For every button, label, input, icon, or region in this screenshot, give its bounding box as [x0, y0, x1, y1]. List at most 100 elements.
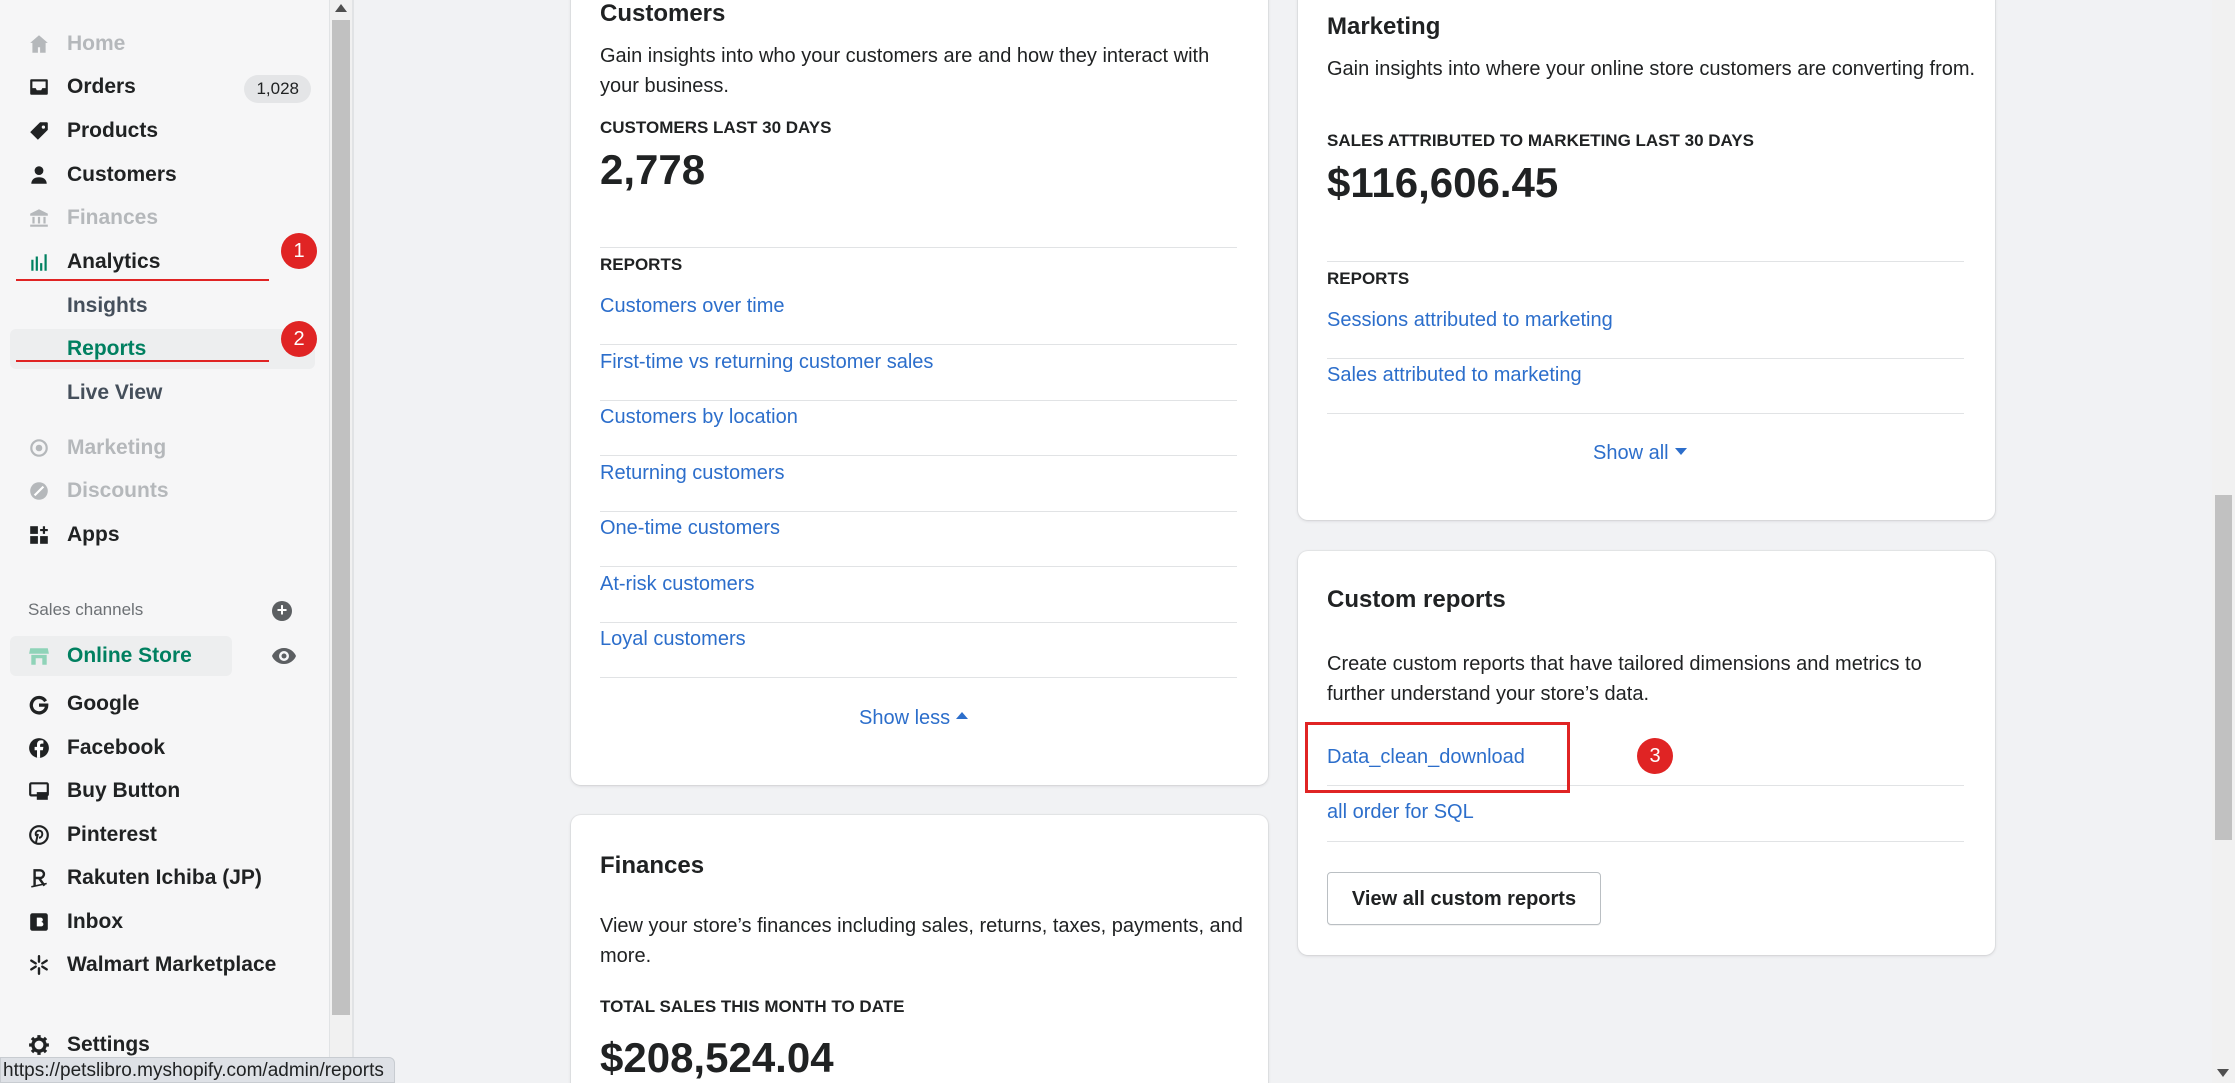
annotation-underline-analytics: [16, 279, 269, 281]
google-icon: [29, 695, 49, 715]
report-link-customers-by-location[interactable]: Customers by location: [600, 406, 798, 429]
divider: [1327, 413, 1964, 414]
scroll-up-arrow-icon[interactable]: [335, 4, 347, 12]
divider: [600, 400, 1237, 401]
nav-finances[interactable]: Finances: [10, 198, 315, 238]
show-all-label: Show all: [1593, 442, 1669, 464]
report-link-sales-attributed[interactable]: Sales attributed to marketing: [1327, 364, 1582, 387]
show-less-toggle[interactable]: Show less: [859, 707, 969, 730]
divider: [600, 247, 1237, 248]
divider: [600, 511, 1237, 512]
nav-home[interactable]: Home: [10, 24, 315, 64]
show-less-label: Show less: [859, 707, 951, 729]
report-link-customers-over-time[interactable]: Customers over time: [600, 295, 785, 318]
add-sales-channel-icon[interactable]: +: [272, 601, 292, 621]
store-icon: [29, 648, 49, 665]
scroll-down-arrow-icon[interactable]: [2217, 1069, 2229, 1077]
status-bar-url: https://petslibro.myshopify.com/admin/re…: [0, 1057, 395, 1083]
home-icon: [30, 35, 48, 53]
nav-settings-label: Settings: [67, 1033, 150, 1056]
nav-analytics[interactable]: Analytics: [10, 242, 315, 282]
report-link-loyal-customers[interactable]: Loyal customers: [600, 628, 746, 651]
nav-online-store-label: Online Store: [67, 644, 192, 667]
report-link-one-time-customers[interactable]: One-time customers: [600, 517, 780, 540]
orders-icon: [30, 79, 48, 95]
gear-icon: [29, 1035, 49, 1055]
sidebar-scrollbar-thumb[interactable]: [332, 20, 350, 1015]
divider: [1327, 261, 1964, 262]
nav-rakuten-label: Rakuten Ichiba (JP): [67, 866, 262, 889]
sidebar-scrollbar[interactable]: [330, 0, 352, 1083]
divider: [600, 677, 1237, 678]
nav-customers[interactable]: Customers: [10, 155, 315, 195]
bank-icon: [30, 209, 48, 227]
nav-facebook[interactable]: Facebook: [10, 728, 315, 768]
nav-live-view[interactable]: Live View: [10, 373, 315, 413]
annotation-step-1: 1: [281, 233, 317, 269]
nav-marketing[interactable]: Marketing: [10, 428, 315, 468]
custom-report-link-all-order-for-sql[interactable]: all order for SQL: [1327, 801, 1474, 824]
customers-card-title: Customers: [600, 0, 726, 27]
nav-google-label: Google: [67, 692, 140, 715]
person-icon: [31, 166, 47, 184]
divider: [600, 622, 1237, 623]
marketing-card: Marketing Gain insights into where your …: [1298, 0, 1995, 520]
nav-apps[interactable]: Apps: [10, 515, 315, 555]
custom-reports-card-description: Create custom reports that have tailored…: [1327, 653, 1922, 705]
nav-pinterest-label: Pinterest: [67, 823, 157, 846]
nav-marketing-label: Marketing: [67, 436, 167, 459]
report-link-returning-customers[interactable]: Returning customers: [600, 462, 785, 485]
divider: [600, 455, 1237, 456]
nav-discounts-label: Discounts: [67, 479, 169, 502]
nav-inbox-label: Inbox: [67, 910, 123, 933]
nav-analytics-label: Analytics: [67, 250, 161, 273]
nav-products-label: Products: [67, 119, 159, 142]
marketing-reports-label: REPORTS: [1327, 269, 1410, 288]
nav-discounts[interactable]: Discounts: [10, 471, 315, 511]
marketing-metric-label: SALES ATTRIBUTED TO MARKETING LAST 30 DA…: [1327, 131, 1754, 150]
customers-reports-label: REPORTS: [600, 255, 683, 274]
sidebar: Home Orders 1,028 Products Customers Fin…: [0, 0, 330, 1083]
buy-button-icon: [29, 782, 49, 800]
annotation-step-2: 2: [281, 321, 317, 357]
finances-card-title: Finances: [600, 852, 705, 879]
inbox-icon: [30, 913, 48, 931]
marketing-card-title: Marketing: [1327, 13, 1441, 40]
report-link-at-risk-customers[interactable]: At-risk customers: [600, 573, 754, 596]
nav-inbox[interactable]: Inbox: [10, 902, 315, 942]
nav-google[interactable]: Google: [10, 684, 315, 724]
tag-icon: [30, 122, 48, 140]
report-link-sessions-attributed[interactable]: Sessions attributed to marketing: [1327, 309, 1613, 332]
caret-down-icon: [1674, 448, 1687, 456]
divider: [1327, 358, 1964, 359]
main-scrollbar-thumb[interactable]: [2215, 495, 2232, 840]
nav-pinterest[interactable]: Pinterest: [10, 815, 315, 855]
sidebar-divider: [352, 0, 354, 1083]
finances-card-description: View your store’s finances including sal…: [600, 915, 1243, 967]
nav-online-store[interactable]: Online Store: [10, 636, 232, 676]
finances-metric-value: $208,524.04: [600, 1034, 834, 1081]
nav-walmart[interactable]: Walmart Marketplace: [10, 945, 315, 985]
nav-buy-button[interactable]: Buy Button: [10, 771, 315, 811]
nav-rakuten[interactable]: Rakuten Ichiba (JP): [10, 858, 315, 898]
nav-orders[interactable]: Orders 1,028: [10, 67, 315, 107]
eye-icon[interactable]: [271, 647, 297, 665]
caret-up-icon: [956, 712, 969, 720]
marketing-card-description: Gain insights into where your online sto…: [1327, 58, 1976, 80]
rakuten-icon: [31, 869, 47, 888]
finances-metric-label: TOTAL SALES THIS MONTH TO DATE: [600, 997, 905, 1016]
divider: [1327, 841, 1964, 842]
view-all-custom-reports-button[interactable]: View all custom reports: [1327, 872, 1601, 925]
main-scrollbar[interactable]: [2212, 0, 2235, 1083]
nav-products[interactable]: Products: [10, 111, 315, 151]
nav-insights[interactable]: Insights: [10, 286, 315, 326]
report-link-first-time-vs-returning[interactable]: First-time vs returning customer sales: [600, 351, 933, 374]
custom-reports-card-title: Custom reports: [1327, 586, 1506, 613]
nav-reports[interactable]: Reports: [10, 329, 315, 369]
nav-insights-label: Insights: [67, 294, 148, 317]
customers-metric-label: CUSTOMERS LAST 30 DAYS: [600, 118, 832, 137]
finances-card: Finances View your store’s finances incl…: [571, 815, 1268, 1083]
sales-channels-title: Sales channels: [28, 600, 144, 619]
show-all-toggle[interactable]: Show all: [1593, 442, 1687, 465]
pinterest-icon: [29, 825, 49, 845]
